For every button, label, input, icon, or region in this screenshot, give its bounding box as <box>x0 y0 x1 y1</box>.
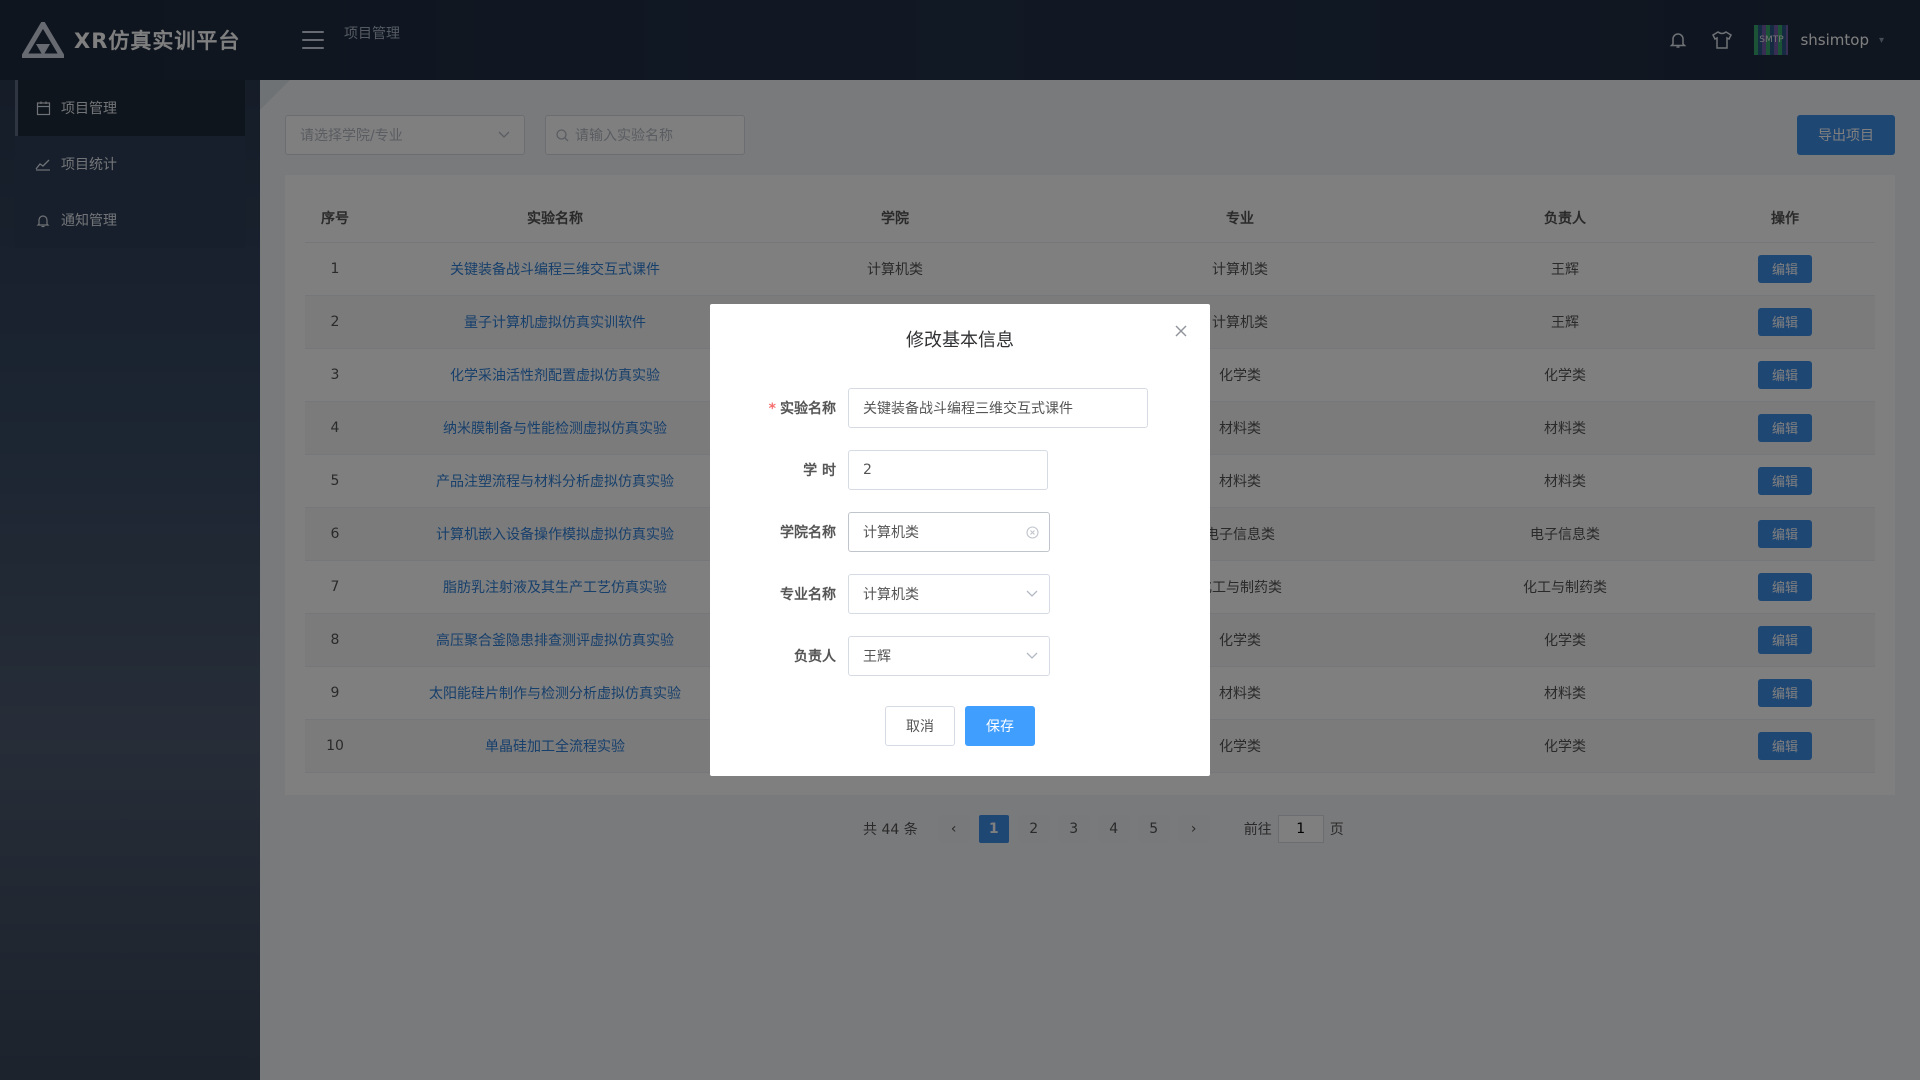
cancel-button[interactable]: 取消 <box>885 706 955 746</box>
hours-input[interactable]: 2 <box>848 450 1048 490</box>
major-select[interactable]: 计算机类 <box>848 574 1050 614</box>
form-row-major: 专业名称 计算机类 <box>710 574 1050 614</box>
form-row-owner: 负责人 王辉 <box>710 636 1050 676</box>
form-row-hours: 学 时 2 <box>710 450 1048 490</box>
owner-value: 王辉 <box>863 649 891 665</box>
form-row-college: 学院名称 计算机类 <box>710 512 1050 552</box>
dialog-title: 修改基本信息 <box>906 330 1014 351</box>
dialog-footer: 取消 保存 <box>885 706 1035 746</box>
chevron-down-icon <box>1025 587 1039 601</box>
chevron-down-icon <box>1025 649 1039 663</box>
college-select[interactable]: 计算机类 <box>848 512 1050 552</box>
required-mark: * <box>768 401 776 417</box>
owner-select[interactable]: 王辉 <box>848 636 1050 676</box>
owner-label: 负责人 <box>794 649 836 665</box>
experiment-name-input[interactable]: 关键装备战斗编程三维交互式课件 <box>848 388 1148 428</box>
save-button[interactable]: 保存 <box>965 706 1035 746</box>
major-label: 专业名称 <box>780 587 836 603</box>
form-row-name: * 实验名称 关键装备战斗编程三维交互式课件 <box>710 388 1148 428</box>
major-value: 计算机类 <box>863 587 919 603</box>
college-value: 计算机类 <box>863 525 919 541</box>
hours-label: 学 时 <box>803 463 836 479</box>
clear-icon[interactable] <box>1025 525 1039 539</box>
college-label: 学院名称 <box>780 525 836 541</box>
close-icon[interactable] <box>1174 324 1190 340</box>
name-label: * 实验名称 <box>768 401 836 417</box>
edit-info-dialog: 修改基本信息 * 实验名称 关键装备战斗编程三维交互式课件 学 时 2 学院名称 … <box>710 304 1210 776</box>
